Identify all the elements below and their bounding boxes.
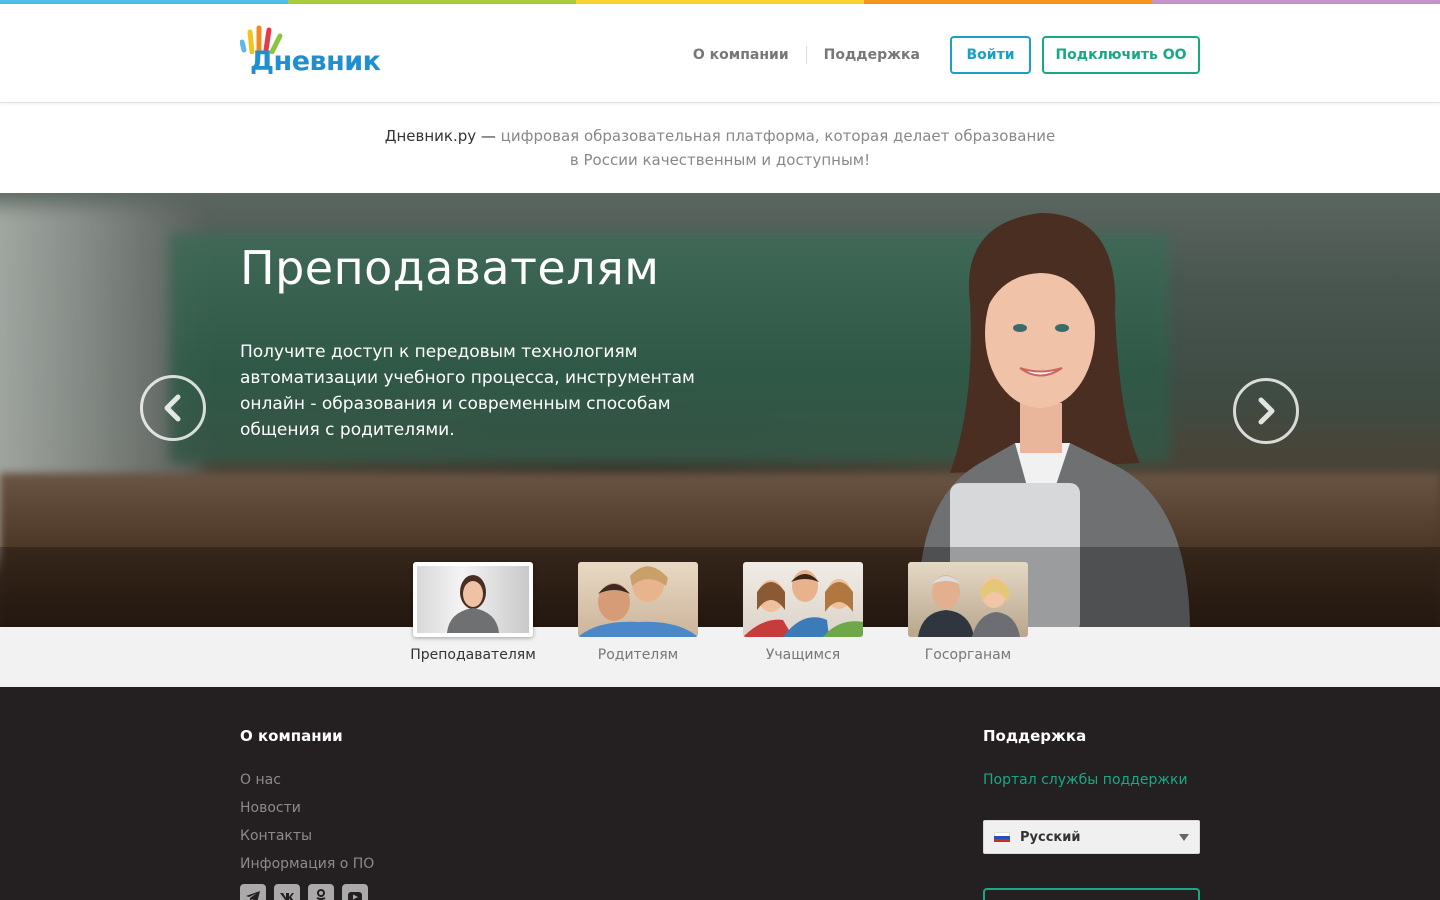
tab-label-parents: Родителям	[597, 647, 679, 663]
tab-label-teachers: Преподавателям	[410, 647, 536, 663]
footer-about-title: О компании	[240, 727, 343, 745]
tagline-line1: цифровая образовательная платформа, кото…	[500, 127, 1056, 145]
audience-tabs-bar	[0, 627, 1440, 687]
nav-about[interactable]: О компании	[676, 46, 806, 64]
footer-connect-button[interactable]	[983, 888, 1200, 900]
chevron-left-icon	[164, 394, 181, 422]
social-links	[240, 884, 374, 900]
chevron-right-icon	[1258, 397, 1275, 425]
tab-government[interactable]: Госорганам	[898, 562, 1038, 663]
footer-link-news[interactable]: Новости	[240, 794, 374, 822]
language-select[interactable]: Русский	[983, 820, 1200, 854]
site-footer: О компании О нас Новости Контакты Информ…	[0, 687, 1440, 900]
dnevnik-logo[interactable]: Дневник	[240, 24, 390, 82]
students-thumbnail	[743, 562, 863, 637]
language-select-value: Русский	[1020, 829, 1081, 845]
parents-thumbnail	[578, 562, 698, 637]
tabs-shade	[0, 547, 1440, 627]
telegram-icon[interactable]	[240, 884, 266, 900]
hero-carousel: Преподавателям Получите доступ к передов…	[0, 193, 1440, 627]
footer-about-column: О компании О нас Новости Контакты Информ…	[240, 727, 374, 900]
footer-link-about-us[interactable]: О нас	[240, 766, 374, 794]
tab-label-government: Госорганам	[924, 647, 1012, 663]
footer-support-title: Поддержка	[983, 727, 1087, 745]
odnoklassniki-icon[interactable]	[308, 884, 334, 900]
tab-students[interactable]: Учащимся	[733, 562, 873, 663]
vk-icon[interactable]	[274, 884, 300, 900]
hero-description: Получите доступ к передовым технологиям …	[240, 342, 695, 440]
russian-flag-icon	[994, 831, 1010, 843]
nav-support[interactable]: Поддержка	[807, 46, 937, 64]
tagline-line2: в России качественным и доступным!	[569, 151, 871, 169]
youtube-icon[interactable]	[342, 884, 368, 900]
tagline: Дневник.ру — цифровая образовательная пл…	[0, 124, 1440, 172]
chevron-down-icon	[1179, 834, 1189, 841]
carousel-prev-button[interactable]	[140, 375, 206, 441]
teachers-thumbnail	[413, 562, 533, 637]
tab-teachers[interactable]: Преподавателям	[403, 562, 543, 663]
support-portal-link[interactable]: Портал службы поддержки	[983, 766, 1200, 794]
government-thumbnail	[908, 562, 1028, 637]
connect-school-button[interactable]: Подключить ОО	[1042, 36, 1200, 74]
hero-title: Преподавателям	[240, 241, 660, 295]
site-header: Дневник О компании Поддержка Войти Подкл…	[0, 4, 1440, 103]
footer-support-column: Поддержка Портал службы поддержки Русски…	[983, 727, 1200, 900]
tab-label-students: Учащимся	[765, 647, 841, 663]
footer-link-software-info[interactable]: Информация о ПО	[240, 850, 374, 878]
carousel-next-button[interactable]	[1233, 378, 1299, 444]
login-button[interactable]: Войти	[950, 36, 1031, 74]
tagline-brand: Дневник.ру —	[384, 127, 496, 145]
logo-text: Дневник	[250, 46, 381, 77]
tab-parents[interactable]: Родителям	[568, 562, 708, 663]
footer-link-contacts[interactable]: Контакты	[240, 822, 374, 850]
main-nav: О компании Поддержка Войти Подключить ОО	[676, 36, 1200, 74]
